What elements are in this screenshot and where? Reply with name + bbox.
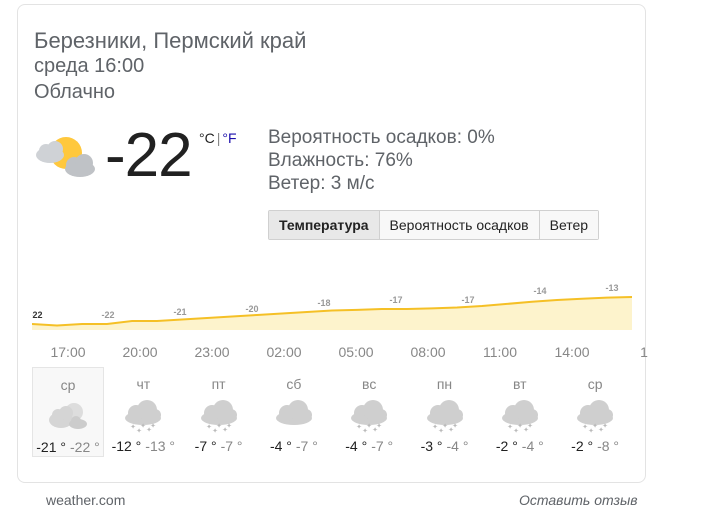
day-low: -7 ° [220,438,243,454]
temperature-data-label: -20 [245,304,258,314]
day-low: -4 ° [446,438,469,454]
day-name: сб [286,376,302,392]
humidity: Влажность: 76% [268,150,413,171]
day-temperatures: -4 ° -7 ° [333,438,405,454]
daily-forecast: ср -21 ° -22 ° чт ✦ ✦ ✦ ✦ ✦ -12 ° -13 ° пт ✦ ✦ ✦ ✦ ✦ -7 °… [32,367,632,457]
day-low: -22 ° [70,439,100,455]
svg-text:✦: ✦ [602,422,608,430]
svg-text:✦: ✦ [452,422,458,430]
fahrenheit-unit[interactable]: °F [222,130,236,146]
day-temperatures: -21 ° -22 ° [33,439,103,455]
day-low: -8 ° [597,438,620,454]
day-forecast[interactable]: ср -21 ° -22 ° [32,367,104,457]
tab-wind[interactable]: Ветер [539,211,599,239]
day-forecast[interactable]: вт ✦ ✦ ✦ ✦ ✦ -2 ° -4 ° [484,367,556,457]
snow-icon: ✦✦✦✦✦ [125,400,162,435]
day-low: -7 ° [295,438,318,454]
location-title: Березники, Пермский край [34,28,307,53]
day-forecast[interactable]: пт ✦ ✦ ✦ ✦ ✦ -7 ° -7 ° [183,367,255,457]
hour-axis: 17:00 20:00 23:00 02:00 05:00 08:00 11:00 14:00… [32,344,647,364]
partly-cloudy-icon [49,403,87,429]
day-high: -21 ° [36,439,66,455]
hour-tick-label: 1 [640,344,648,360]
day-forecast[interactable]: вс ✦ ✦ ✦ ✦ ✦ -4 ° -7 ° [333,367,405,457]
svg-text:✦: ✦ [226,422,232,430]
day-low: -13 ° [145,438,176,454]
day-name: ср [60,377,76,393]
day-high: -2 ° [495,438,518,454]
day-forecast[interactable]: сб -4 ° -7 ° [258,367,330,457]
temperature-data-label: -17 [389,295,402,305]
day-name: чт [136,376,151,392]
hour-tick-label: 14:00 [554,344,590,360]
svg-text:✦: ✦ [527,422,533,430]
hour-tick-label: 17:00 [50,344,86,360]
day-name: вт [513,376,527,392]
day-low: -4 ° [521,438,544,454]
day-forecast[interactable]: пн ✦ ✦ ✦ ✦ ✦ -3 ° -4 ° [409,367,481,457]
day-temperatures: -2 ° -8 ° [559,438,631,454]
hour-tick-label: 11:00 [483,344,517,360]
partly-cloudy-icon [36,137,95,177]
feedback-link[interactable]: Оставить отзыв [519,492,638,508]
day-temperatures: -7 ° -7 ° [183,438,255,454]
day-temperatures: -3 ° -4 ° [409,438,481,454]
day-name: пн [436,376,453,392]
day-high: -2 ° [571,438,594,454]
day-forecast[interactable]: чт ✦ ✦ ✦ ✦ ✦ -12 ° -13 ° [107,367,179,457]
unit-switcher: °C | °F [199,130,237,146]
hour-tick-label: 20:00 [122,344,158,360]
current-temperature: -22 [105,121,193,190]
day-high: -4 ° [345,438,368,454]
precipitation-chance: Вероятность осадков: 0% [268,127,495,148]
day-low: -7 ° [371,438,394,454]
day-forecast[interactable]: ср ✦ ✦ ✦ ✦ ✦ -2 ° -8 ° [559,367,631,457]
temperature-data-label: -22 [101,310,114,320]
hour-tick-label: 08:00 [410,344,446,360]
day-high: -12 ° [111,438,142,454]
unit-separator: | [216,130,221,146]
snow-icon: ✦✦✦✦✦ [200,400,237,435]
date-time: среда 16:00 [34,55,145,77]
day-name: ср [587,376,603,392]
temperature-data-label: -14 [533,286,546,296]
hour-tick-label: 23:00 [194,344,230,360]
tab-temperature[interactable]: Температура [269,211,380,239]
temperature-data-label: -17 [461,295,474,305]
day-temperatures: -12 ° -13 ° [107,438,179,454]
wind-speed: Ветер: 3 м/с [268,173,375,194]
cloudy-icon [275,400,312,425]
day-name: пт [211,376,226,392]
temperature-data-label: -13 [605,283,618,293]
day-temperatures: -2 ° -4 ° [484,438,556,454]
day-name: вс [362,376,377,392]
temperature-chart: -22 -22 -21 -20 -18 -17 -17 -14 -13 [32,283,632,330]
temperature-data-label: -21 [173,307,186,317]
snow-icon: ✦✦✦✦✦ [501,400,538,435]
chart-tabs: Температура Вероятность осадков Ветер [268,210,600,240]
svg-text:✦: ✦ [376,422,382,430]
snow-icon: ✦✦✦✦✦ [577,400,614,435]
snow-icon: ✦✦✦✦✦ [351,400,388,435]
tab-precipitation[interactable]: Вероятность осадков [379,211,540,239]
day-high: -3 ° [420,438,443,454]
celsius-unit[interactable]: °C [199,130,215,146]
day-temperatures: -4 ° -7 ° [258,438,330,454]
day-high: -4 ° [269,438,292,454]
temperature-data-label: -18 [317,298,330,308]
source-link[interactable]: weather.com [46,492,125,508]
hour-tick-label: 05:00 [338,344,374,360]
day-high: -7 ° [194,438,217,454]
svg-text:✦: ✦ [150,422,156,430]
weather-condition: Облачно [34,81,116,103]
hour-tick-label: 02:00 [266,344,302,360]
temperature-data-label: -22 [32,310,43,320]
snow-icon: ✦✦✦✦✦ [426,400,463,435]
